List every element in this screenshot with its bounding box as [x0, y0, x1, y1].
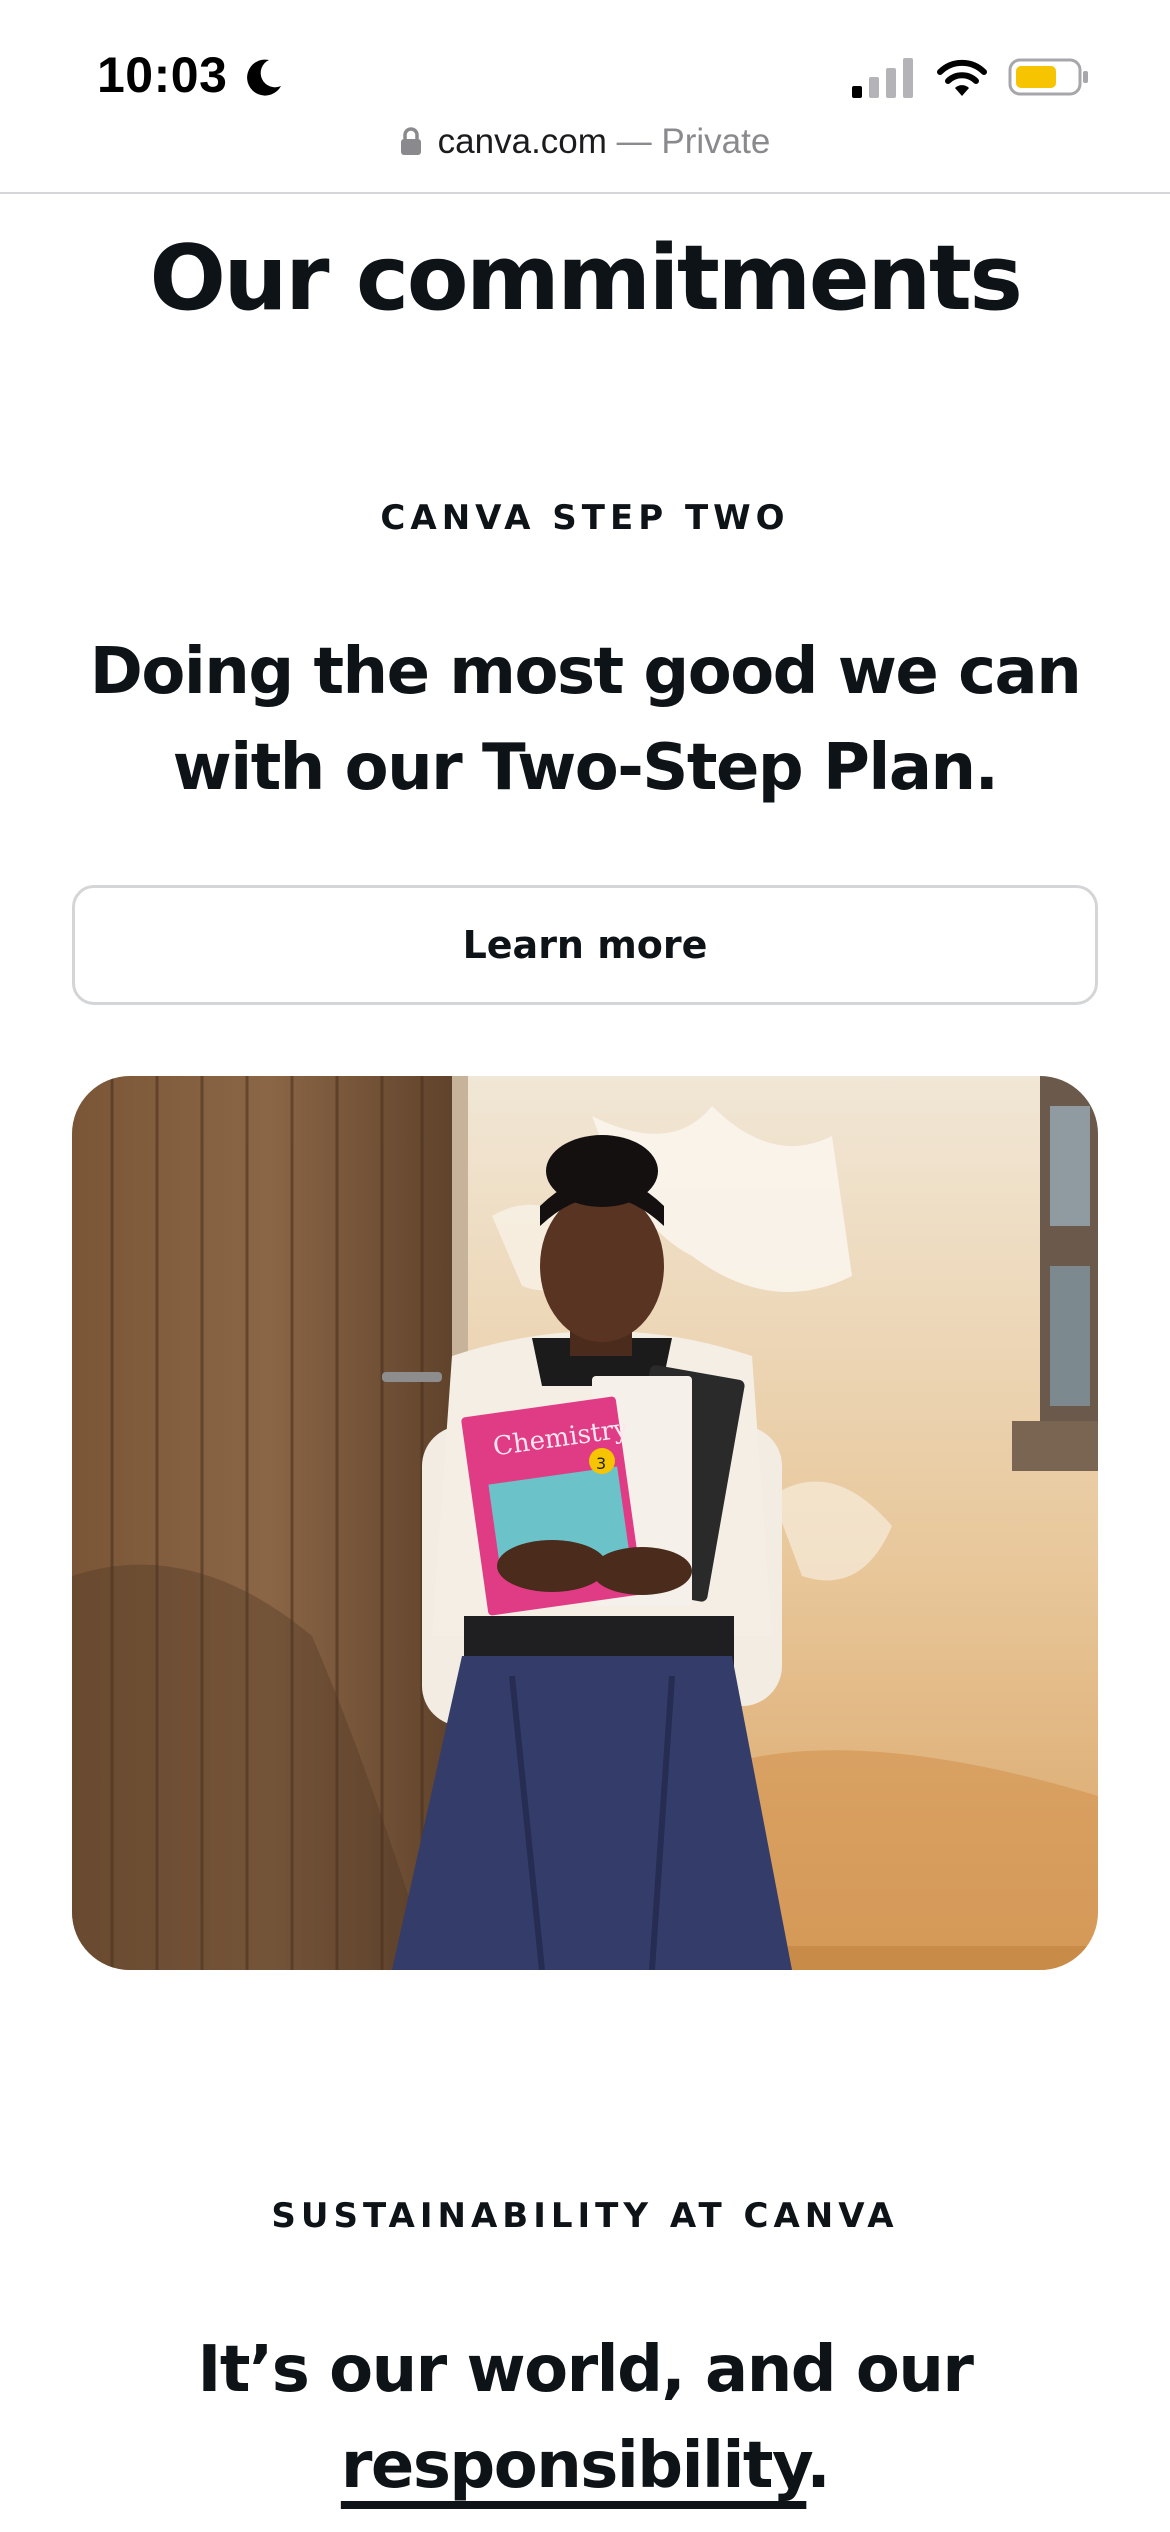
lock-icon [400, 127, 421, 155]
section-headline-two-step-plan: Doing the most good we can with our Two-… [60, 624, 1110, 816]
headline-line: Doing the most good we can [89, 635, 1082, 709]
responsibility-link[interactable]: responsibility [341, 2429, 808, 2503]
moon-icon [247, 59, 281, 96]
wifi-icon [937, 59, 987, 96]
signal-icon [852, 58, 913, 98]
learn-more-button[interactable]: Learn more [72, 885, 1098, 1005]
section-eyebrow-sustainability: SUSTAINABILITY AT CANVA [271, 2196, 899, 2236]
section-headline-responsibility: It’s our world, and our responsibility. [60, 2322, 1110, 2514]
book-number-text: 3 [596, 1454, 606, 1473]
private-label: Private [661, 122, 771, 161]
url-domain: canva.com [437, 122, 607, 161]
page-title: Our commitments [149, 226, 1023, 331]
headline-end: . [806, 2429, 830, 2503]
clock-time: 10:03 [97, 47, 228, 103]
headline-line: with our Two-Step Plan. [172, 731, 999, 805]
battery-icon [1008, 58, 1088, 96]
status-bar: 10:03 [0, 0, 1170, 120]
section-eyebrow-step-two: CANVA STEP TWO [380, 498, 790, 538]
url-separator: — [606, 122, 662, 161]
toolbar-divider [0, 192, 1170, 194]
student-holding-books-photo: Chemistry 3 [72, 1076, 1098, 1970]
headline-line: It’s our world, and our [197, 2333, 974, 2407]
url-bar[interactable]: canva.com — Private [0, 122, 1170, 172]
